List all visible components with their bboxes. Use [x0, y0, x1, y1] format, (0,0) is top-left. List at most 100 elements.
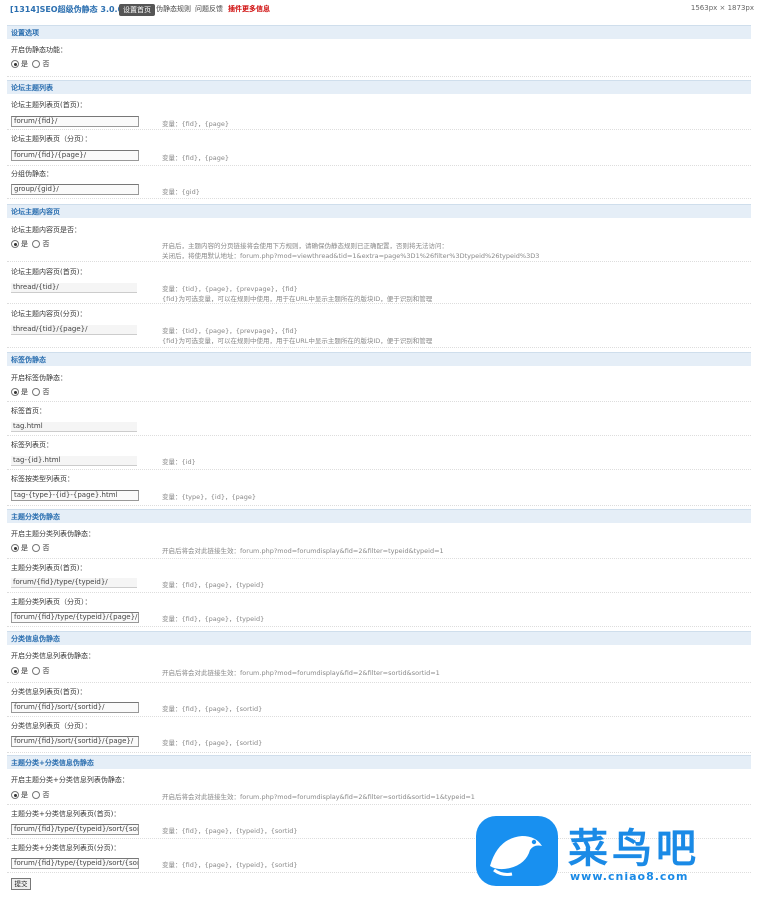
forum-page-input[interactable]: forum/{fid}/{page}/: [11, 150, 139, 161]
type-home-label: 主题分类列表页(首页)：: [11, 564, 87, 572]
row-forum-page: 论坛主题列表页（分页）： forum/{fid}/{page}/ 变量：{fid…: [7, 131, 751, 166]
thread-on-label: 论坛主题内容页是否：: [11, 226, 81, 234]
ts-page-input[interactable]: forum/{fid}/type/{typeid}/sort/{sortid}/: [11, 858, 139, 869]
tag-list-input[interactable]: tag-{id}.html: [11, 456, 137, 466]
tab-rules[interactable]: 伪静态规则: [156, 4, 191, 14]
tag-home-input[interactable]: tag.html: [11, 422, 137, 432]
section-thread: 论坛主题内容页: [7, 204, 751, 218]
forum-home-label: 论坛主题列表页(首页)：: [11, 101, 87, 109]
thread-home-hint-1: 变量：{tid}，{page}，{prevpage}，{fid}: [162, 285, 298, 293]
type-home-input[interactable]: forum/{fid}/type/{typeid}/: [11, 578, 137, 588]
group-input[interactable]: group/{gid}/: [11, 184, 139, 195]
radio-yes[interactable]: [11, 388, 19, 396]
tag-type-label: 标签按类型列表页：: [11, 475, 74, 483]
radio-no[interactable]: [32, 240, 41, 248]
radio-no[interactable]: [32, 544, 41, 552]
thread-home-hint-2: {fid}为可选变量，可以在规则中使用，用于在URL中显示主题所在的版块ID，便…: [162, 295, 433, 303]
thread-page-hint-1: 变量：{tid}，{page}，{prevpage}，{fid}: [162, 327, 298, 335]
tag-list-hint: 变量：{id}: [162, 458, 196, 466]
sort-on-label: 开启分类信息列表伪静态：: [11, 652, 95, 660]
thread-on-radio-group[interactable]: 是 否: [11, 239, 49, 249]
type-home-hint: 变量：{fid}，{page}，{typeid}: [162, 581, 265, 589]
row-type-page: 主题分类列表页（分页）： forum/{fid}/type/{typeid}/{…: [7, 594, 751, 627]
ts-home-input[interactable]: forum/{fid}/type/{typeid}/sort/{sortid}/: [11, 824, 139, 835]
dimension-readout: 1563px × 1873px: [690, 4, 754, 12]
thread-page-label: 论坛主题内容页(分页)：: [11, 310, 87, 318]
radio-no[interactable]: [32, 388, 41, 396]
sort-page-input[interactable]: forum/{fid}/sort/{sortid}/{page}/: [11, 736, 139, 747]
type-page-hint: 变量：{fid}，{page}，{typeid}: [162, 615, 265, 623]
tag-type-hint: 变量：{type}，{id}，{page}: [162, 493, 256, 501]
sort-on-radio-group[interactable]: 是 否: [11, 666, 49, 676]
row-sort-page: 分类信息列表页（分页）： forum/{fid}/sort/{sortid}/{…: [7, 718, 751, 753]
enable-label: 开启伪静态功能：: [11, 46, 67, 54]
row-ts-on: 开启主题分类+分类信息列表伪静态： 是 否 开启后将会对此链接生效：forum.…: [7, 772, 751, 805]
radio-no-label: 否: [42, 60, 50, 68]
watermark-url: www.cniao8.com: [570, 870, 689, 883]
row-tag-list: 标签列表页： tag-{id}.html 变量：{id}: [7, 437, 751, 470]
section-tag: 标签伪静态: [7, 352, 751, 366]
tag-home-label: 标签首页：: [11, 407, 46, 415]
tag-type-input[interactable]: tag-{type}-{id}-{page}.html: [11, 490, 139, 501]
section-basic: 设置选项: [7, 25, 751, 39]
row-tag-home: 标签首页： tag.html: [7, 403, 751, 436]
tag-on-radio-group[interactable]: 是 否: [11, 387, 49, 397]
radio-yes[interactable]: [11, 240, 19, 248]
tab-feedback[interactable]: 问题反馈: [195, 4, 223, 14]
sort-home-input[interactable]: forum/{fid}/sort/{sortid}/: [11, 702, 139, 713]
thread-page-input[interactable]: thread/{tid}/{page}/: [11, 325, 137, 335]
row-tag-on: 开启标签伪静态： 是 否: [7, 369, 751, 402]
ts-on-label: 开启主题分类+分类信息列表伪静态：: [11, 776, 129, 784]
tab-more-info[interactable]: 插件更多信息: [228, 4, 270, 14]
thread-home-label: 论坛主题内容页(首页)：: [11, 268, 87, 276]
radio-yes[interactable]: [11, 667, 19, 675]
app-title: [1314]SEO超级伪静态 3.0.0: [10, 5, 124, 14]
sort-home-hint: 变量：{fid}，{page}，{sortid}: [162, 705, 263, 713]
radio-yes-label: 是: [21, 667, 28, 675]
watermark: 菜鸟吧 www.cniao8.com: [476, 816, 746, 890]
type-on-radio-group[interactable]: 是 否: [11, 543, 49, 553]
section-type-sort: 主题分类+分类信息伪静态: [7, 755, 751, 769]
sort-page-hint: 变量：{fid}，{page}，{sortid}: [162, 739, 263, 747]
sort-on-hint: 开启后将会对此链接生效：forum.php?mod=forumdisplay&f…: [162, 669, 440, 677]
section-sort: 分类信息伪静态: [7, 631, 751, 645]
radio-no[interactable]: [32, 791, 41, 799]
group-label: 分组伪静态：: [11, 170, 53, 178]
radio-no-label: 否: [42, 544, 50, 552]
row-group: 分组伪静态： group/{gid}/ 变量：{gid}: [7, 166, 751, 199]
row-thread-page: 论坛主题内容页(分页)： thread/{tid}/{page}/ 变量：{ti…: [7, 305, 751, 348]
radio-no[interactable]: [32, 60, 41, 68]
sort-page-label: 分类信息列表页（分页）：: [11, 722, 92, 730]
radio-yes[interactable]: [11, 791, 19, 799]
radio-no-label: 否: [42, 388, 50, 396]
forum-home-hint: 变量：{fid}，{page}: [162, 120, 229, 128]
enable-radio-group[interactable]: 是 否: [11, 59, 49, 69]
forum-page-label: 论坛主题列表页（分页）：: [11, 135, 92, 143]
ts-home-label: 主题分类+分类信息列表页(首页)：: [11, 810, 121, 818]
radio-no[interactable]: [32, 667, 41, 675]
radio-no-label: 否: [42, 791, 50, 799]
section-type: 主题分类伪静态: [7, 509, 751, 523]
type-page-input[interactable]: forum/{fid}/type/{typeid}/{page}/: [11, 612, 139, 623]
top-bar: [1314]SEO超级伪静态 3.0.0 设置首页 伪静态规则 问题反馈 插件更…: [0, 0, 760, 20]
radio-yes-label: 是: [21, 240, 28, 248]
row-forum-home: 论坛主题列表页(首页)： forum/{fid}/ 变量：{fid}，{page…: [7, 97, 751, 130]
section-forum-list: 论坛主题列表: [7, 80, 751, 94]
ts-page-label: 主题分类+分类信息列表页(分页)：: [11, 844, 121, 852]
bird-logo-icon: [476, 816, 558, 886]
type-page-label: 主题分类列表页（分页）：: [11, 598, 92, 606]
ts-page-hint: 变量：{fid}，{page}，{typeid}，{sortid}: [162, 861, 298, 869]
ts-home-hint: 变量：{fid}，{page}，{typeid}，{sortid}: [162, 827, 298, 835]
group-hint: 变量：{gid}: [162, 188, 200, 196]
radio-yes[interactable]: [11, 60, 19, 68]
submit-button[interactable]: 提交: [11, 878, 31, 890]
row-type-home: 主题分类列表页(首页)： forum/{fid}/type/{typeid}/ …: [7, 560, 751, 593]
watermark-name: 菜鸟吧: [568, 825, 700, 872]
thread-home-input[interactable]: thread/{tid}/: [11, 283, 137, 293]
radio-yes[interactable]: [11, 544, 19, 552]
forum-home-input[interactable]: forum/{fid}/: [11, 116, 139, 127]
radio-yes-label: 是: [21, 60, 28, 68]
row-thread-home: 论坛主题内容页(首页)： thread/{tid}/ 变量：{tid}，{pag…: [7, 263, 751, 304]
tab-home[interactable]: 设置首页: [119, 4, 155, 16]
ts-on-radio-group[interactable]: 是 否: [11, 790, 49, 800]
